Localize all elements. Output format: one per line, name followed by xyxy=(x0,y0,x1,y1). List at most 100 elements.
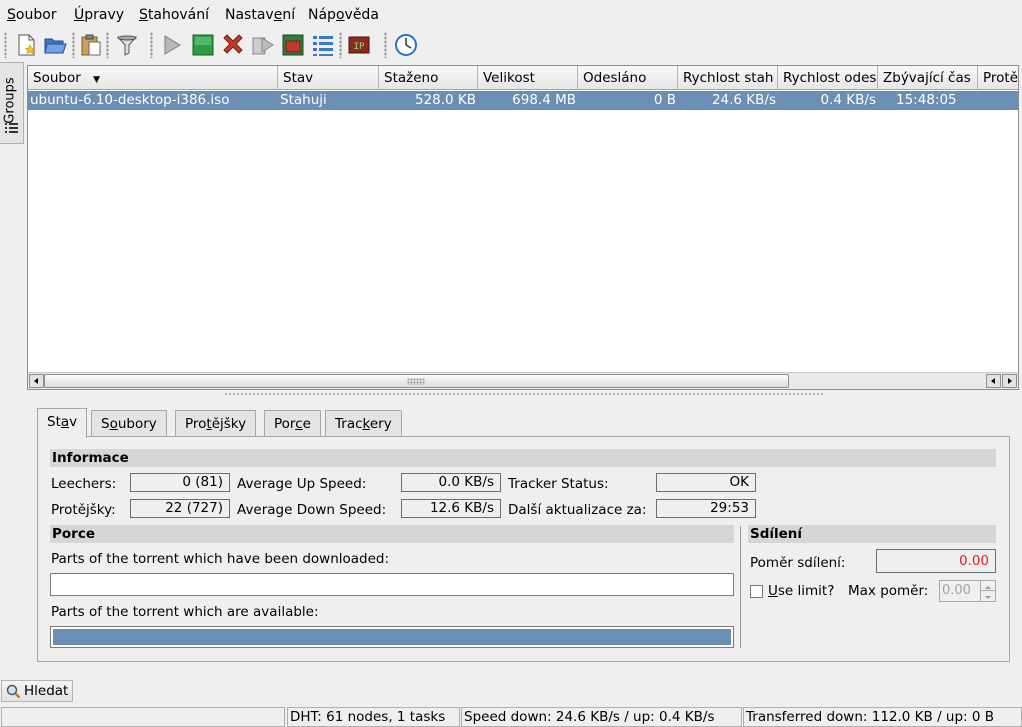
tracker-status-value: OK xyxy=(656,473,756,492)
section-header-informace: Informace xyxy=(50,449,996,467)
cell-stav: Stahuji xyxy=(280,92,327,108)
list-icon xyxy=(5,123,18,133)
column-header-soubor[interactable]: Soubor ▼ xyxy=(28,66,278,90)
leechers-value: 0 (81) xyxy=(130,473,230,492)
section-header-sdileni: Sdílení xyxy=(748,525,996,543)
column-header-stazeno[interactable]: Staženo xyxy=(379,66,478,90)
menu-napoveda[interactable]: Nápověda xyxy=(308,7,379,23)
downloaded-parts-bar xyxy=(50,573,734,596)
horizontal-scrollbar[interactable] xyxy=(28,372,1018,389)
queue-icon[interactable] xyxy=(250,32,276,58)
column-header-odeslano[interactable]: Odesláno xyxy=(578,66,678,90)
section-header-porce: Porce xyxy=(50,525,734,543)
toolbar-grip[interactable] xyxy=(106,32,109,58)
spin-up-button[interactable] xyxy=(980,581,995,591)
cell-stazeno: 528.0 KB xyxy=(414,92,476,108)
tab-trackery[interactable]: Trackery xyxy=(325,410,402,437)
cell-velikost: 698.4 MB xyxy=(512,92,576,108)
toolbar-grip[interactable] xyxy=(72,32,75,58)
list-view-icon[interactable] xyxy=(310,32,336,58)
max-ratio-spinbox[interactable]: 0.00 xyxy=(939,580,996,602)
menu-stahovani[interactable]: Stahování xyxy=(139,7,209,23)
vertical-separator xyxy=(740,526,741,648)
avg-down-speed-label: Average Down Speed: xyxy=(237,502,387,518)
column-header-stav[interactable]: Stav xyxy=(278,66,379,90)
arrow-left-icon xyxy=(991,378,995,384)
share-ratio-value: 0.00 xyxy=(876,549,996,573)
new-torrent-icon[interactable] xyxy=(13,32,39,58)
groups-side-tab[interactable]: Groups xyxy=(0,62,24,144)
menu-nastaveni[interactable]: Nastavení xyxy=(225,7,295,23)
open-folder-icon[interactable] xyxy=(42,32,68,58)
filter-icon[interactable] xyxy=(114,32,140,58)
tab-stav[interactable]: Stav xyxy=(37,408,88,438)
sort-down-icon: ▼ xyxy=(93,75,100,85)
max-ratio-value: 0.00 xyxy=(942,583,971,598)
paste-icon[interactable] xyxy=(78,32,104,58)
table-row[interactable]: ubuntu-6.10-desktop-i386.iso Stahuji 528… xyxy=(28,91,1018,110)
scheduler-clock-icon[interactable] xyxy=(393,32,419,58)
column-header-rychlost-stah[interactable]: Rychlost stah xyxy=(678,66,778,90)
tab-porce[interactable]: Porce xyxy=(264,410,321,437)
avg-up-speed-label: Average Up Speed: xyxy=(237,476,367,492)
status-transferred: Transferred down: 112.0 KB / up: 0 B xyxy=(743,707,1022,727)
tab-soubory[interactable]: Soubory xyxy=(91,410,167,437)
settings-window-icon[interactable] xyxy=(280,32,306,58)
next-update-value: 29:53 xyxy=(656,499,756,518)
thumb-grip xyxy=(407,378,425,385)
status-dht: DHT: 61 nodes, 1 tasks xyxy=(287,707,460,727)
chevron-down-icon xyxy=(985,596,991,599)
table-header: Soubor ▼ Stav Staženo Velikost Odesláno … xyxy=(28,66,1018,90)
share-ratio-label: Poměr sdílení: xyxy=(750,555,846,571)
cell-odeslano: 0 B xyxy=(653,92,676,108)
available-parts-bar xyxy=(50,626,734,648)
scroll-right-button[interactable] xyxy=(1002,374,1017,388)
toolbar-grip[interactable] xyxy=(4,32,7,58)
toolbar: IP xyxy=(0,28,1022,62)
search-button-label: Hledat xyxy=(24,683,69,699)
menu-upravy[interactable]: Úpravy xyxy=(74,7,124,23)
avg-up-speed-value: 0.0 KB/s xyxy=(401,473,501,492)
available-parts-fill xyxy=(53,629,731,645)
arrow-right-icon xyxy=(1008,378,1012,384)
spin-down-button[interactable] xyxy=(980,591,995,601)
torrent-table[interactable]: Soubor ▼ Stav Staženo Velikost Odesláno … xyxy=(27,65,1019,390)
use-limit-label[interactable]: Use limit? xyxy=(768,583,834,599)
tab-protejsky[interactable]: Protějšky xyxy=(175,410,257,437)
remove-icon[interactable] xyxy=(220,32,246,58)
cell-rychlost-odes: 0.4 KB/s xyxy=(820,92,876,108)
cell-zbyvajici-cas: 15:48:05 xyxy=(896,92,957,108)
status-speed: Speed down: 24.6 KB/s / up: 0.4 KB/s xyxy=(461,707,742,727)
column-header-protejsky[interactable]: Protě xyxy=(978,66,1018,90)
toolbar-grip[interactable] xyxy=(339,32,342,58)
available-parts-label: Parts of the torrent which are available… xyxy=(51,604,319,620)
scroll-left-button-2[interactable] xyxy=(986,374,1001,388)
magnifier-icon xyxy=(6,684,21,699)
groups-tab-label: Groups xyxy=(2,77,18,124)
leechers-label: Leechers: xyxy=(51,476,117,492)
use-limit-checkbox[interactable] xyxy=(750,585,763,598)
toolbar-grip[interactable] xyxy=(150,32,153,58)
column-header-zbyvajici-cas[interactable]: Zbývající čas xyxy=(878,66,978,90)
start-icon[interactable] xyxy=(159,32,185,58)
ip-filter-icon[interactable]: IP xyxy=(346,32,372,58)
column-header-velikost[interactable]: Velikost xyxy=(478,66,578,90)
svg-text:IP: IP xyxy=(354,42,365,52)
peers-label: Protějšky: xyxy=(51,502,116,518)
arrow-left-icon xyxy=(34,378,38,384)
tracker-status-label: Tracker Status: xyxy=(508,476,609,492)
menu-soubor[interactable]: Soubor xyxy=(7,7,57,23)
stop-icon[interactable] xyxy=(190,32,216,58)
column-header-rychlost-odes[interactable]: Rychlost odes xyxy=(778,66,878,90)
cell-rychlost-stah: 24.6 KB/s xyxy=(711,92,776,108)
peers-value: 22 (727) xyxy=(130,499,230,518)
downloaded-parts-label: Parts of the torrent which have been dow… xyxy=(51,551,390,567)
search-button[interactable]: Hledat xyxy=(1,680,73,702)
max-ratio-label: Max poměr: xyxy=(848,583,929,599)
toolbar-grip[interactable] xyxy=(384,32,387,58)
pane-splitter[interactable] xyxy=(224,392,824,396)
scroll-left-button[interactable] xyxy=(29,374,44,388)
scrollbar-thumb[interactable] xyxy=(44,374,789,388)
menu-bar: Soubor Úpravy Stahování Nastavení Nápově… xyxy=(0,0,1022,28)
next-update-label: Další aktualizace za: xyxy=(508,502,647,518)
